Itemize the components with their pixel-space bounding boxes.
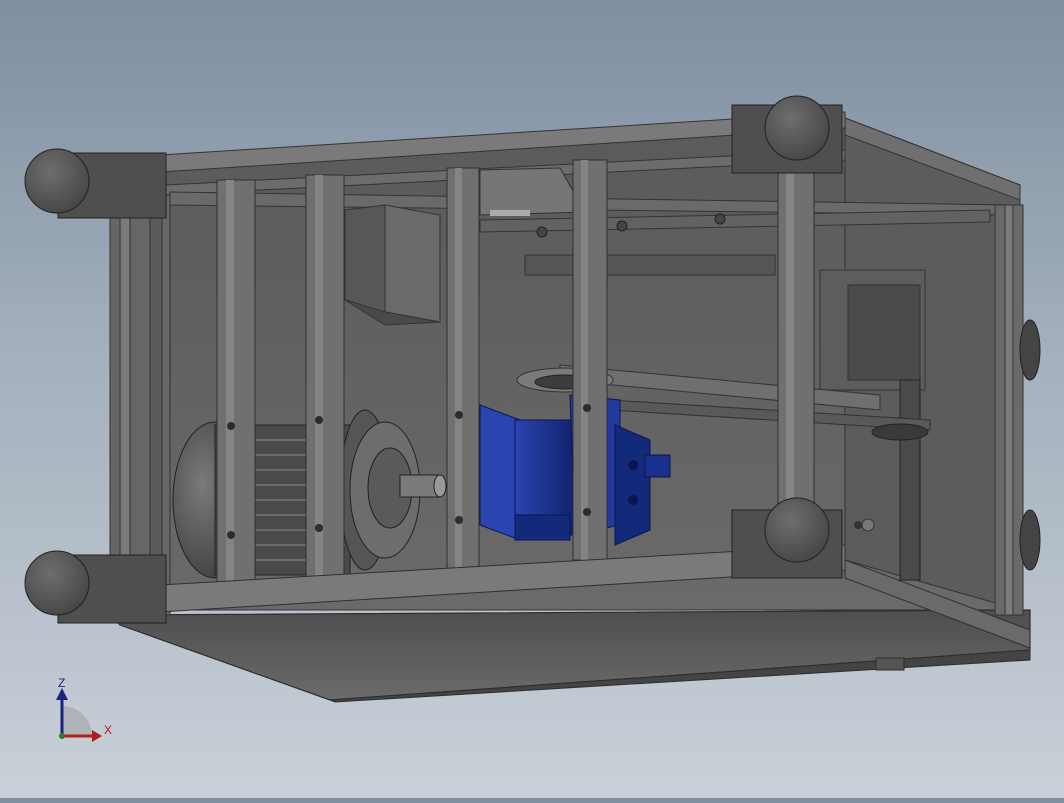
left-frame	[109, 194, 171, 616]
z-axis-label: Z	[58, 676, 66, 690]
x-axis-label: X	[104, 723, 113, 737]
bottom-tray	[108, 609, 1031, 703]
coordinate-triad-icon: Z X	[40, 670, 130, 760]
cad-viewport[interactable]	[0, 0, 1064, 798]
right-frame	[994, 204, 1041, 616]
cad-model-icon[interactable]	[0, 0, 1064, 798]
